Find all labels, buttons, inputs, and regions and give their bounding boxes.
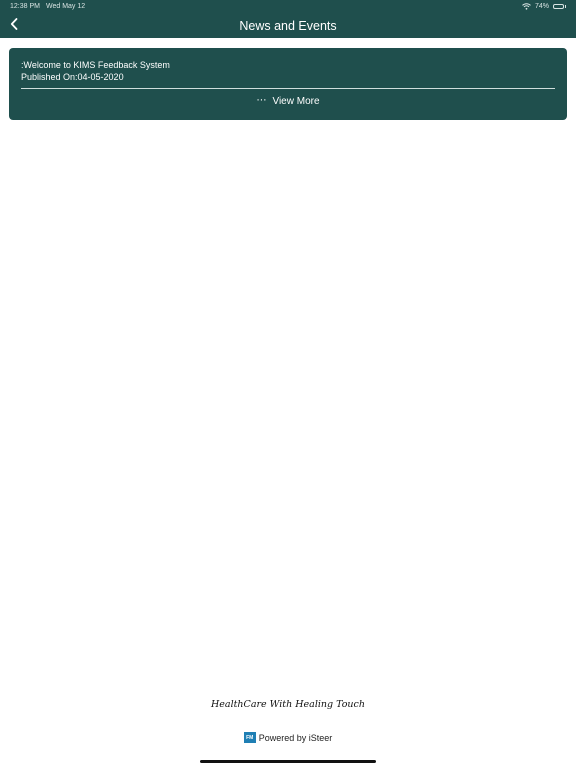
view-more-label: View More	[272, 95, 320, 107]
news-card: :Welcome to KIMS Feedback System Publish…	[9, 48, 567, 120]
news-divider	[21, 88, 555, 89]
page-title: News and Events	[239, 19, 337, 33]
view-more-button[interactable]: ⋯ View More	[9, 94, 567, 108]
ellipsis-icon: ⋯	[256, 95, 268, 106]
status-date: Wed May 12	[46, 3, 86, 10]
header: 12:38 PM Wed May 12 74% News and Events	[0, 0, 576, 38]
status-bar: 12:38 PM Wed May 12 74%	[0, 0, 576, 13]
news-title: :Welcome to KIMS Feedback System	[21, 60, 170, 70]
status-indicators: 74%	[522, 0, 566, 13]
home-indicator	[200, 760, 376, 763]
news-published-date: Published On:04-05-2020	[21, 72, 124, 82]
powered-by-text: Powered by iSteer	[258, 732, 333, 743]
battery-percent: 74%	[534, 3, 549, 10]
nav-bar: News and Events	[0, 13, 576, 38]
wifi-icon	[522, 3, 531, 10]
tagline: HealthCare With Healing Touch	[211, 699, 365, 710]
brand-logo-icon: FM	[243, 732, 256, 743]
battery-icon	[553, 4, 566, 9]
status-time: 12:38 PM	[10, 3, 40, 10]
powered-by: FM Powered by iSteer	[0, 732, 576, 743]
